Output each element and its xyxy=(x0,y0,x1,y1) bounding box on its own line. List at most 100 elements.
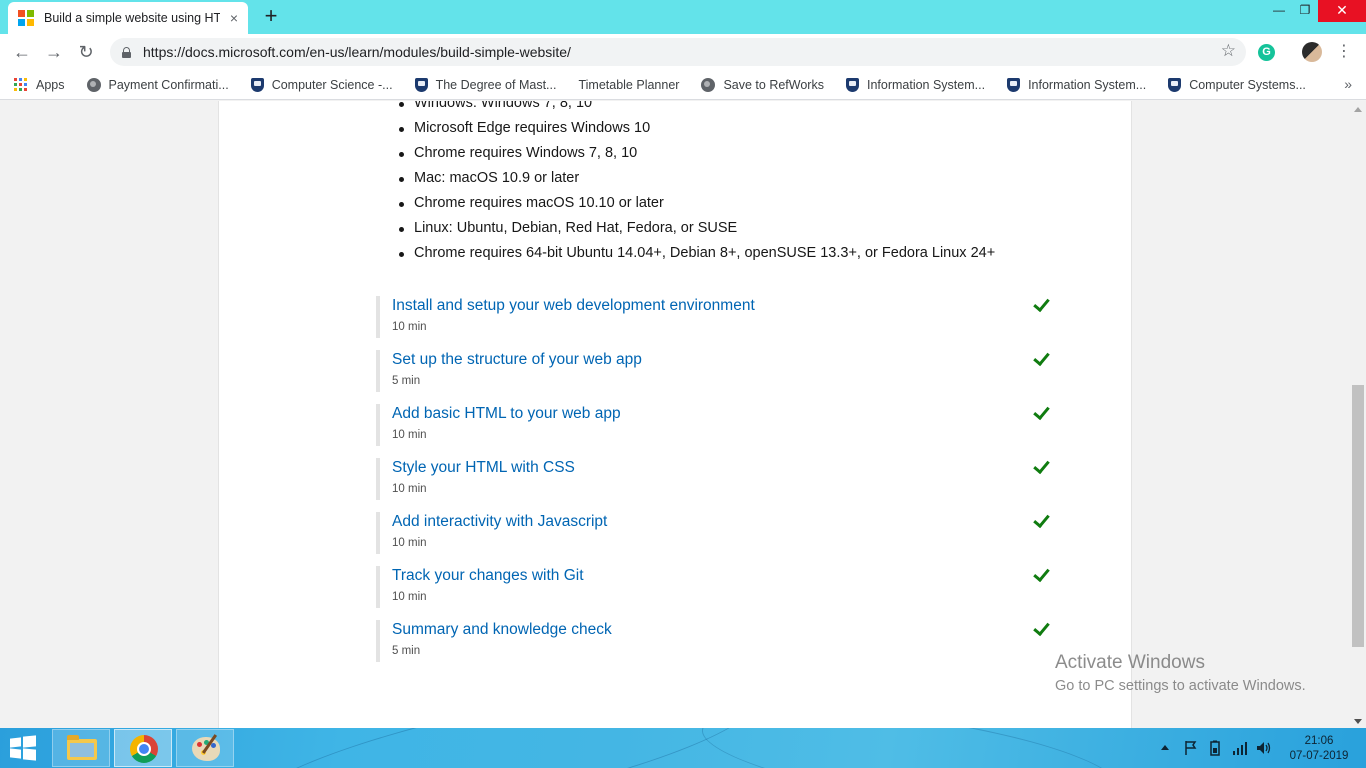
new-tab-button[interactable]: + xyxy=(260,5,282,27)
unit-duration: 10 min xyxy=(392,537,427,549)
more-bookmarks-chevron-icon[interactable]: » xyxy=(1344,76,1352,92)
bookmark-degree[interactable]: The Degree of Mast... xyxy=(414,77,556,92)
url-text[interactable]: https://docs.microsoft.com/en-us/learn/m… xyxy=(143,44,571,60)
volume-icon[interactable] xyxy=(1256,740,1272,756)
taskbar-file-explorer[interactable] xyxy=(52,729,110,767)
unit-item: Style your HTML with CSS 10 min xyxy=(376,458,1052,500)
battery-icon[interactable] xyxy=(1208,740,1222,756)
bookmark-label: Save to RefWorks xyxy=(723,77,824,92)
folder-icon xyxy=(67,735,97,760)
bookmark-label: Payment Confirmati... xyxy=(108,77,229,92)
unit-item: Add basic HTML to your web app 10 min xyxy=(376,404,1052,446)
page-viewport: Windows: Windows 7, 8, 10 Microsoft Edge… xyxy=(0,101,1350,728)
unit-item: Track your changes with Git 10 min xyxy=(376,566,1052,608)
checkmark-icon xyxy=(1033,460,1049,474)
university-shield-icon xyxy=(250,77,264,92)
checkmark-icon xyxy=(1033,514,1049,528)
watermark-title: Activate Windows xyxy=(1055,652,1205,673)
list-item: Windows: Windows 7, 8, 10 xyxy=(398,101,995,116)
unit-duration: 10 min xyxy=(392,321,427,333)
scroll-up-arrow-icon[interactable] xyxy=(1354,107,1362,112)
unit-link[interactable]: Summary and knowledge check xyxy=(392,620,1052,640)
network-signal-icon[interactable] xyxy=(1232,740,1248,756)
unit-duration: 10 min xyxy=(392,591,427,603)
bookmarks-bar: Apps Payment Confirmati... Computer Scie… xyxy=(0,70,1366,100)
unit-link[interactable]: Set up the structure of your web app xyxy=(392,350,1052,370)
browser-tab-bar: Build a simple website using HTM × + — ❐… xyxy=(0,0,1366,34)
checkmark-icon xyxy=(1033,298,1049,312)
requirements-list: Windows: Windows 7, 8, 10 Microsoft Edge… xyxy=(398,101,995,266)
reload-icon[interactable]: ↻ xyxy=(74,40,98,64)
unit-duration: 10 min xyxy=(392,429,427,441)
unit-link[interactable]: Install and setup your web development e… xyxy=(392,296,1052,316)
bookmark-label: Computer Science -... xyxy=(271,77,393,92)
university-shield-icon xyxy=(1168,77,1182,92)
unit-link[interactable]: Add basic HTML to your web app xyxy=(392,404,1052,424)
checkmark-icon xyxy=(1033,406,1049,420)
checkmark-icon xyxy=(1033,622,1049,636)
university-shield-icon xyxy=(414,77,428,92)
chrome-icon xyxy=(130,735,158,763)
chrome-menu-icon[interactable]: ⋮ xyxy=(1336,40,1352,64)
taskbar-chrome[interactable] xyxy=(114,729,172,767)
unit-item: Install and setup your web development e… xyxy=(376,296,1052,338)
unit-duration: 5 min xyxy=(392,645,421,657)
unit-item: Set up the structure of your web app 5 m… xyxy=(376,350,1052,392)
paint-palette-icon xyxy=(192,737,220,761)
globe-icon xyxy=(701,77,716,92)
grammarly-extension-icon[interactable]: G xyxy=(1258,44,1275,61)
unit-link[interactable]: Add interactivity with Javascript xyxy=(392,512,1052,532)
windows-start-icon[interactable] xyxy=(10,735,36,761)
lock-icon[interactable] xyxy=(122,46,131,58)
address-bar[interactable]: https://docs.microsoft.com/en-us/learn/m… xyxy=(110,38,1246,66)
bookmark-apps[interactable]: Apps xyxy=(14,77,65,92)
list-item: Chrome requires macOS 10.10 or later xyxy=(398,191,995,216)
module-units-list: Install and setup your web development e… xyxy=(376,296,1052,674)
taskbar-paint[interactable] xyxy=(176,729,234,767)
scroll-down-arrow-icon[interactable] xyxy=(1354,719,1362,724)
unit-link[interactable]: Track your changes with Git xyxy=(392,566,1052,586)
checkmark-icon xyxy=(1033,568,1049,582)
action-center-flag-icon[interactable] xyxy=(1184,740,1198,756)
list-item: Chrome requires Windows 7, 8, 10 xyxy=(398,141,995,166)
unit-duration: 10 min xyxy=(392,483,427,495)
list-item: Chrome requires 64-bit Ubuntu 14.04+, De… xyxy=(398,241,995,266)
checkmark-icon xyxy=(1033,352,1049,366)
close-window-button[interactable]: ✕ xyxy=(1318,0,1366,22)
bookmark-computer-systems[interactable]: Computer Systems... xyxy=(1168,77,1306,92)
globe-icon xyxy=(86,77,101,92)
bookmark-information-system-2[interactable]: Information System... xyxy=(1007,77,1147,92)
university-shield-icon xyxy=(845,77,859,92)
bookmark-refworks[interactable]: Save to RefWorks xyxy=(701,77,824,92)
show-hidden-icons-chevron-icon[interactable] xyxy=(1161,745,1169,750)
bookmark-label: Computer Systems... xyxy=(1189,77,1306,92)
clock-date: 07-07-2019 xyxy=(1289,750,1349,762)
forward-icon[interactable]: → xyxy=(42,40,66,64)
main-content: Windows: Windows 7, 8, 10 Microsoft Edge… xyxy=(218,101,1132,728)
back-icon[interactable]: ← xyxy=(10,40,34,64)
bookmark-star-icon[interactable]: ☆ xyxy=(1221,41,1236,61)
unit-duration: 5 min xyxy=(392,375,421,387)
bookmark-computer-science[interactable]: Computer Science -... xyxy=(250,77,393,92)
taskbar-clock[interactable]: 21:06 07-07-2019 xyxy=(1284,734,1354,764)
bookmark-label: Information System... xyxy=(1028,77,1147,92)
bookmark-information-system-1[interactable]: Information System... xyxy=(845,77,985,92)
tab-title: Build a simple website using HTM xyxy=(44,11,220,25)
unit-link[interactable]: Style your HTML with CSS xyxy=(392,458,1052,478)
clock-time: 21:06 xyxy=(1304,735,1334,747)
bookmark-payment[interactable]: Payment Confirmati... xyxy=(86,77,229,92)
profile-avatar[interactable] xyxy=(1302,42,1322,62)
browser-toolbar: ← → ↻ https://docs.microsoft.com/en-us/l… xyxy=(0,34,1366,70)
page-scrollbar[interactable] xyxy=(1350,101,1366,728)
scrollbar-thumb[interactable] xyxy=(1352,385,1364,647)
windows-taskbar: 21:06 07-07-2019 xyxy=(0,728,1366,768)
restore-button[interactable]: ❐ xyxy=(1290,0,1320,22)
activate-windows-watermark: Activate Windows Go to PC settings to ac… xyxy=(1055,652,1306,696)
university-shield-icon xyxy=(1007,77,1021,92)
browser-tab[interactable]: Build a simple website using HTM × xyxy=(8,2,248,34)
bookmark-timetable[interactable]: Timetable Planner xyxy=(578,78,679,92)
unit-item: Add interactivity with Javascript 10 min xyxy=(376,512,1052,554)
tab-close-icon[interactable]: × xyxy=(230,10,238,26)
bookmark-label: Timetable Planner xyxy=(578,77,680,92)
unit-item: Summary and knowledge check 5 min xyxy=(376,620,1052,662)
